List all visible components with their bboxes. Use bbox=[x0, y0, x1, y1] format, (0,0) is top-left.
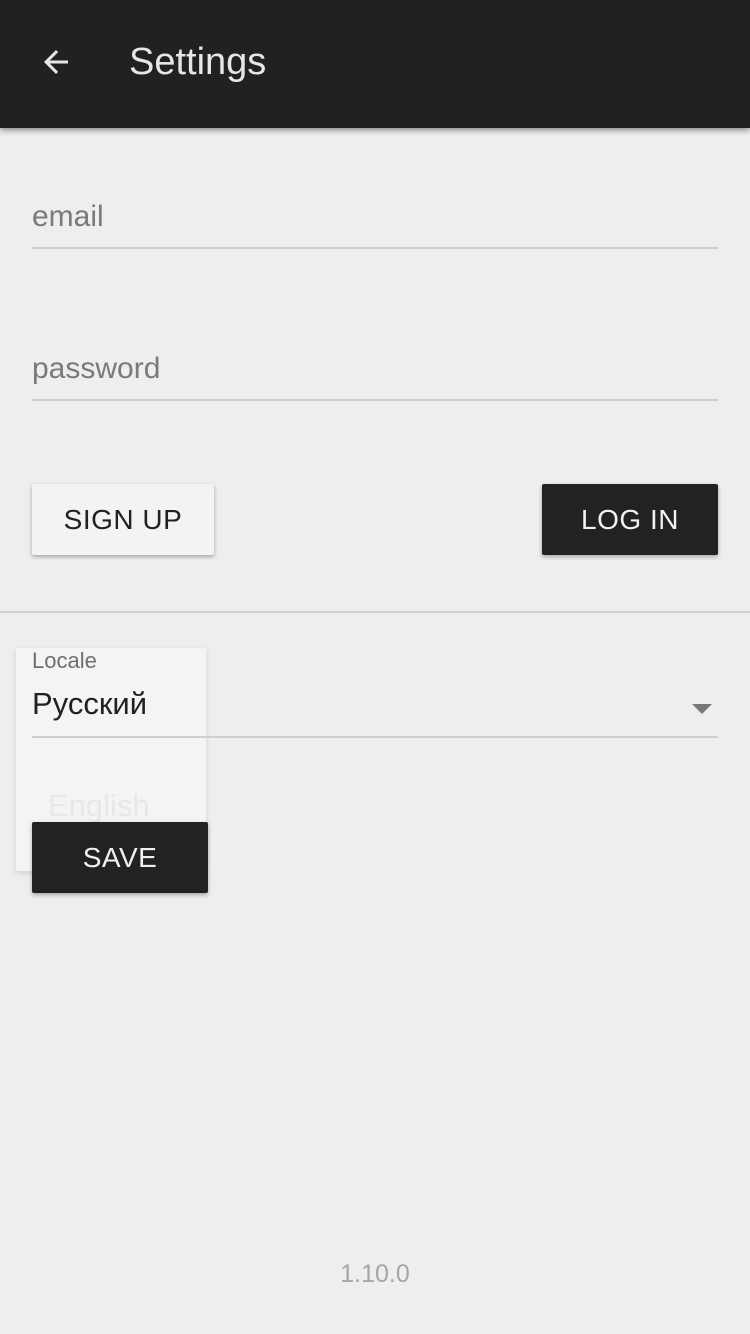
back-button[interactable] bbox=[24, 30, 88, 94]
locale-option-english[interactable]: English bbox=[48, 788, 150, 824]
sign-up-button[interactable]: SIGN UP bbox=[32, 484, 214, 555]
email-field-container bbox=[32, 187, 718, 249]
password-field-container bbox=[32, 339, 718, 401]
locale-selected-value: Русский bbox=[32, 686, 148, 721]
email-field[interactable] bbox=[32, 187, 718, 247]
section-divider bbox=[0, 611, 750, 613]
save-button[interactable]: SAVE bbox=[32, 822, 208, 893]
arrow-back-icon bbox=[44, 50, 68, 74]
locale-label: Locale bbox=[32, 648, 97, 673]
page-title: Settings bbox=[129, 41, 267, 83]
locale-select[interactable]: Русский bbox=[32, 678, 718, 738]
dropdown-arrow-icon bbox=[692, 704, 712, 714]
app-bar: Settings bbox=[0, 0, 750, 128]
app-version: 1.10.0 bbox=[340, 1260, 410, 1288]
log-in-button[interactable]: LOG IN bbox=[542, 484, 718, 555]
password-field[interactable] bbox=[32, 339, 718, 399]
